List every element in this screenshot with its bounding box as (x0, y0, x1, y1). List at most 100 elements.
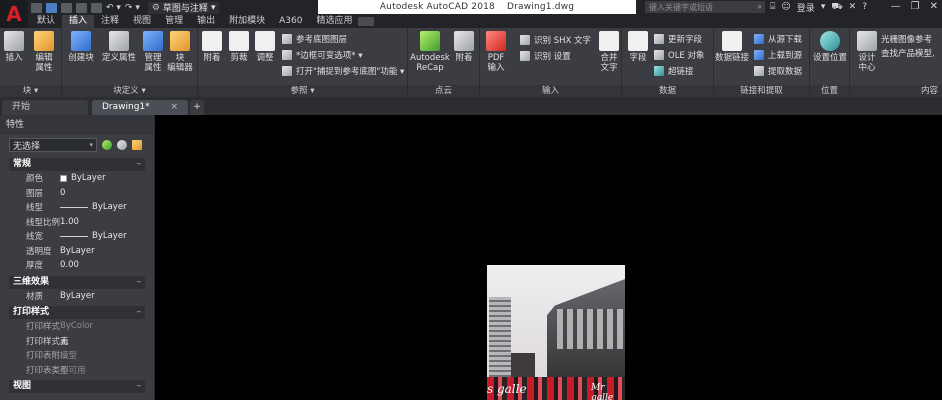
attached-raster-image[interactable]: s galle Mr galle (487, 265, 625, 400)
property-row[interactable]: 打印表附... 模型 (9, 348, 145, 363)
upload-to-source-button[interactable]: 上载到源 (754, 49, 802, 61)
close-button[interactable]: ✕ (930, 1, 938, 12)
recognize-shx-text-button[interactable]: 识别 SHX 文字 (520, 34, 591, 46)
data-link-button[interactable]: 数据链接 (715, 31, 749, 63)
set-location-button[interactable]: 设置位置 (813, 31, 847, 63)
pdf-import-button[interactable]: PDF 输入 (479, 31, 513, 73)
pickadd-toggle-icon[interactable] (102, 140, 112, 150)
tab-view[interactable]: 视图 (126, 15, 158, 28)
section-header[interactable]: 打印样式 – (9, 306, 145, 319)
snap-icon (282, 66, 292, 76)
new-tab-button[interactable]: + (190, 100, 204, 115)
property-row[interactable]: 打印样式表无 (9, 334, 145, 349)
tab-insert[interactable]: 插入 (62, 15, 95, 28)
block-editor-button[interactable]: 块 编辑器 (163, 31, 197, 73)
undo-icon[interactable]: ↶ ▾ (106, 3, 121, 13)
collapse-icon[interactable]: – (137, 158, 142, 171)
section-header[interactable]: 视图 – (9, 380, 145, 393)
selection-dropdown[interactable]: 无选择 ▾ (9, 138, 97, 152)
collapse-icon[interactable]: – (137, 276, 142, 289)
minimize-button[interactable]: — (891, 1, 901, 12)
adjust-icon (255, 31, 275, 51)
app-menu-button[interactable]: A (0, 0, 28, 28)
collapse-icon[interactable]: – (137, 306, 142, 319)
tab-default[interactable]: 默认 (30, 15, 62, 28)
tab-addins[interactable]: 附加模块 (222, 15, 272, 28)
chevron-down-icon: ▾ (210, 2, 216, 13)
help-icon[interactable]: ? (862, 2, 867, 12)
section-header[interactable]: 常规 – (9, 158, 145, 171)
property-row[interactable]: 厚度 0.00 (9, 258, 145, 273)
new-file-icon[interactable] (31, 2, 42, 13)
document-tabs: 开始 Drawing1* × + (0, 97, 942, 115)
group-block-definition: 创建块 定义属性 管理 属性 块 编辑器 块定义 ▾ (62, 28, 198, 97)
maximize-button[interactable]: ❐ (911, 1, 920, 12)
frame-variable-dropdown[interactable]: *边框可变选项* ▾ (282, 49, 362, 61)
create-block-button[interactable]: 创建块 (64, 31, 98, 63)
binoculars-icon[interactable]: ⌸ (770, 2, 775, 12)
attach-point-cloud-button[interactable]: 附着 (447, 31, 481, 63)
section-header[interactable]: 三维效果 – (9, 275, 145, 289)
tab-a360[interactable]: A360 (272, 15, 309, 28)
adjust-button[interactable]: 调整 (248, 31, 282, 63)
redo-icon[interactable]: ↷ ▾ (125, 3, 140, 13)
property-name: 厚度 (26, 261, 44, 272)
combine-text-icon (599, 31, 619, 51)
globe-icon (820, 31, 840, 51)
group-reference: 附着 剪裁 调整 参考底图图层 *边框可变选项* ▾ 打开"捕捉到参考底图"功能… (198, 28, 408, 97)
property-name: 材质 (26, 291, 44, 302)
hyperlink-button[interactable]: 超链接 (654, 65, 694, 77)
collapse-icon[interactable]: – (137, 380, 142, 393)
tab-annotate[interactable]: 注释 (94, 15, 126, 28)
search-input[interactable]: 键入关键字或短语 ⌕ (645, 1, 765, 13)
property-row[interactable]: 图层 0 (9, 186, 145, 201)
raster-image-reference-button[interactable]: 光栅图像参考 (881, 33, 932, 45)
property-row[interactable]: 打印表类型 不可用 (9, 363, 145, 378)
tab-output[interactable]: 输出 (190, 15, 222, 28)
property-row[interactable]: 材质 ByLayer (9, 289, 145, 304)
open-file-icon[interactable] (46, 2, 57, 13)
design-center-button[interactable]: 设计 中心 (850, 31, 884, 73)
property-row[interactable]: 线宽 ByLayer (9, 229, 145, 244)
snap-underlay-dropdown[interactable]: 打开"捕捉到参考底图"功能 ▾ (282, 65, 404, 77)
property-value: ByLayer (60, 290, 95, 301)
property-row[interactable]: 透明度 ByLayer (9, 244, 145, 259)
field-button[interactable]: 字段 (621, 31, 655, 63)
define-attribute-button[interactable]: 定义属性 (102, 31, 136, 63)
find-product-models-button[interactable]: 查找产品模型, (881, 47, 935, 59)
property-row[interactable]: 打印样式 ByColor (9, 319, 145, 334)
upload-icon (754, 50, 764, 60)
exchange-icon[interactable]: ✕ (849, 2, 857, 12)
recap-icon (420, 31, 440, 51)
tab-start[interactable]: 开始 (2, 100, 88, 115)
cart-icon[interactable]: ⛟ (831, 2, 842, 13)
ole-object-button[interactable]: OLE 对象 (654, 49, 705, 61)
sign-in-button[interactable]: 登录 (797, 1, 815, 14)
drawing-canvas[interactable]: s galle Mr galle (156, 115, 942, 400)
tab-drawing1[interactable]: Drawing1* × (92, 100, 188, 115)
property-row[interactable]: 颜色 ByLayer (9, 171, 145, 186)
workspace-select[interactable]: ⚙ 草图与注释 ▾ (147, 1, 220, 14)
property-row[interactable]: 线型比例 1.00 (9, 215, 145, 230)
update-fields-button[interactable]: 更新字段 (654, 33, 702, 45)
tab-featured-apps[interactable]: 精选应用 (309, 15, 359, 28)
recognize-settings-button[interactable]: 识别 设置 (520, 50, 571, 62)
save-as-icon[interactable] (76, 2, 87, 13)
autodesk-recap-button[interactable]: Autodesk ReCap (410, 31, 450, 73)
edit-attribute-button[interactable]: 编辑 属性 (27, 31, 61, 73)
ribbon-minimize-toggle[interactable] (358, 17, 374, 26)
property-value: 0 (60, 187, 66, 198)
chevron-down-icon[interactable]: ▾ (821, 2, 826, 12)
edit-attribute-icon (34, 31, 54, 51)
extract-data-button[interactable]: 提取数据 (754, 65, 802, 77)
select-objects-icon[interactable] (117, 140, 127, 150)
tab-manage[interactable]: 管理 (158, 15, 190, 28)
quick-select-icon[interactable] (132, 140, 142, 150)
download-from-source-button[interactable]: 从源下载 (754, 33, 802, 45)
close-icon[interactable]: × (170, 100, 178, 115)
save-icon[interactable] (61, 2, 72, 13)
property-name: 打印样式表 (26, 336, 69, 347)
underlay-layers-button[interactable]: 参考底图图层 (282, 33, 347, 45)
print-icon[interactable] (91, 2, 102, 13)
property-row[interactable]: 线型 ByLayer (9, 200, 145, 215)
